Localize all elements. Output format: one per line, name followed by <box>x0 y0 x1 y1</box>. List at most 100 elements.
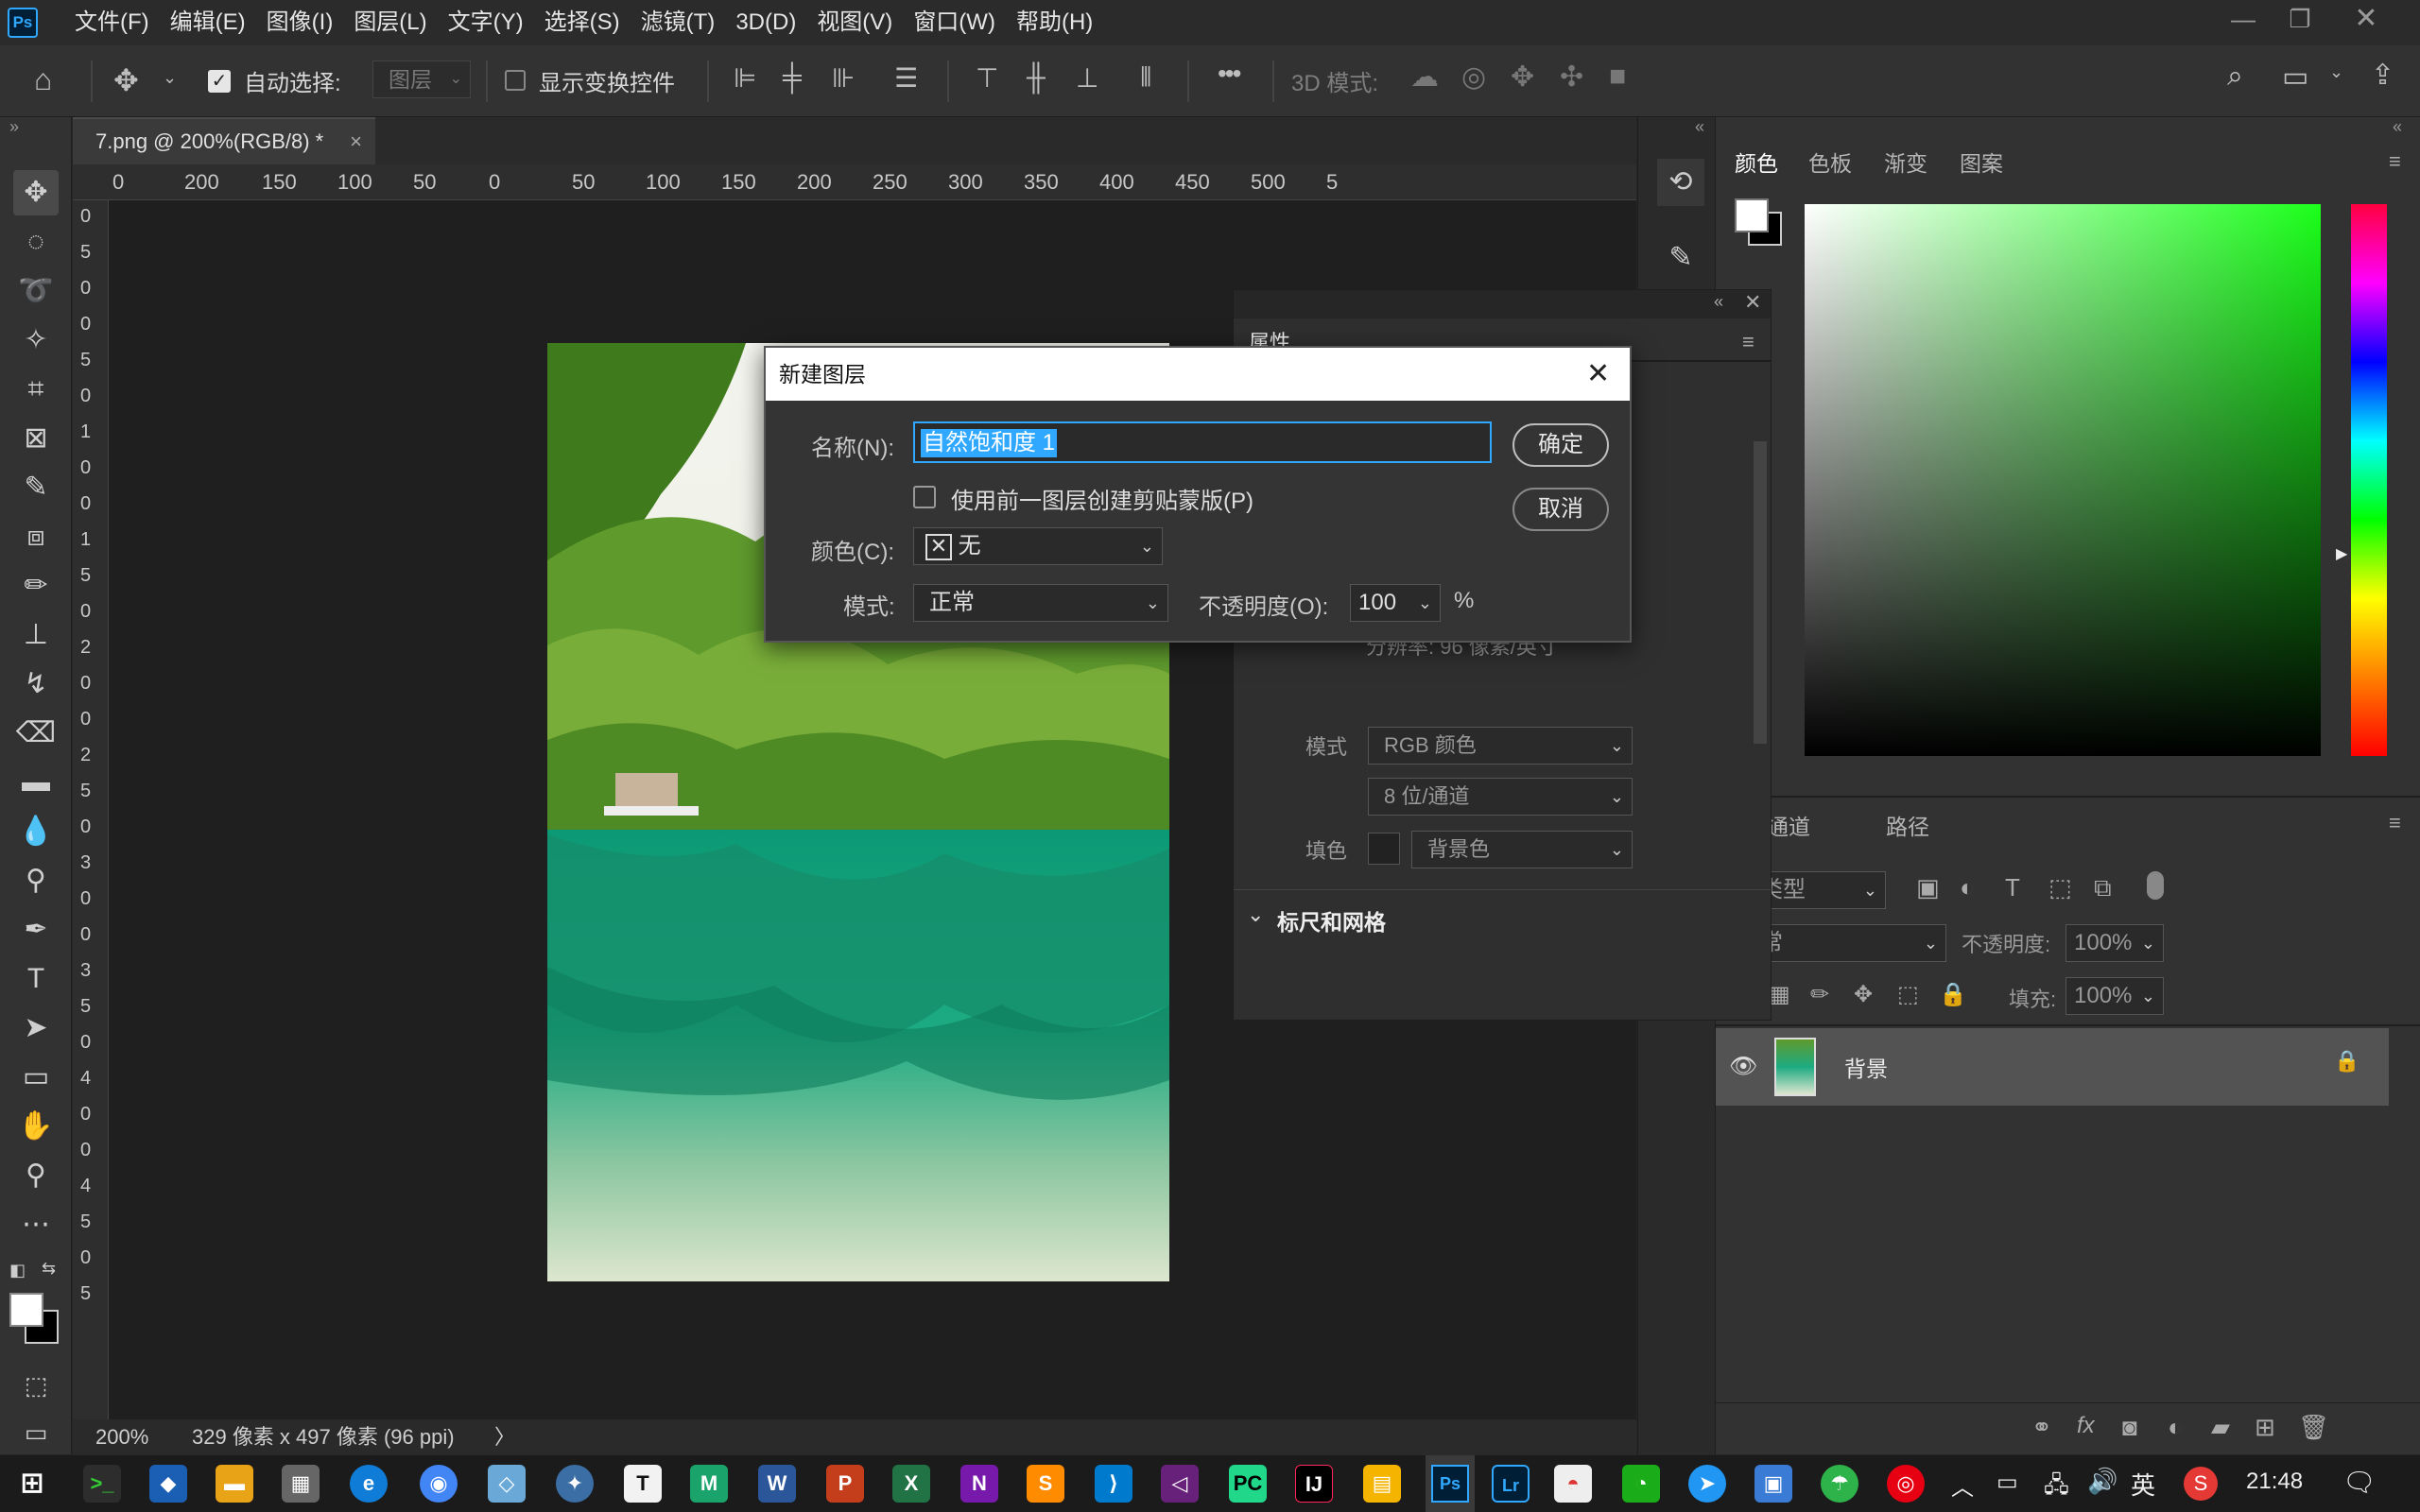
3d-orbit-icon[interactable]: ☁ <box>1410 60 1439 94</box>
fill-swatch[interactable] <box>1368 833 1400 865</box>
menu-select[interactable]: 选择(S) <box>534 0 631 45</box>
auto-select-checkbox[interactable]: ✓ <box>208 70 231 93</box>
lasso-tool-icon[interactable]: ➰ <box>13 268 59 314</box>
lock-transparent-icon[interactable]: ▦ <box>1769 981 1790 1008</box>
more-tools-icon[interactable]: ⋯ <box>13 1202 59 1247</box>
fx-icon[interactable]: fx <box>2077 1413 2095 1439</box>
3d-pan-icon[interactable]: ✥ <box>1511 60 1534 94</box>
chevron-down-icon[interactable]: ⌄ <box>163 68 177 88</box>
app-icon[interactable]: ➤ <box>1688 1465 1726 1503</box>
ruler-grid-section[interactable]: 标尺和网格 <box>1277 904 1386 936</box>
hand-tool-icon[interactable]: ✋ <box>13 1104 59 1149</box>
history-panel-icon[interactable]: ⟲ <box>1657 159 1704 206</box>
tab-swatches[interactable]: 色板 <box>1808 146 1852 178</box>
restore-button[interactable]: ❐ <box>2269 0 2331 38</box>
tray-expand-icon[interactable]: ︿ <box>1951 1469 1974 1502</box>
pycharm-icon[interactable]: PC <box>1229 1465 1267 1503</box>
brush-tool-icon[interactable]: ✏ <box>13 563 59 609</box>
fill-input[interactable]: 100% ⌄ <box>2066 977 2164 1015</box>
status-menu-icon[interactable]: 〉 <box>494 1419 515 1455</box>
menu-view[interactable]: 视图(V) <box>806 0 903 45</box>
app-icon[interactable]: ▣ <box>1754 1465 1792 1503</box>
hue-slider[interactable] <box>2351 204 2387 756</box>
auto-select-dropdown[interactable]: 图层 ⌄ <box>372 60 471 98</box>
align-right-icon[interactable]: ⊪ <box>832 62 855 94</box>
cancel-button[interactable]: 取消 <box>1512 488 1609 531</box>
tab-color[interactable]: 颜色 <box>1735 146 1778 178</box>
network-icon[interactable]: 🖧 <box>2044 1469 2069 1507</box>
fill-dropdown[interactable]: 背景色 ⌄ <box>1411 831 1633 868</box>
app-icon[interactable]: ◇ <box>488 1465 526 1503</box>
delete-layer-icon[interactable]: 🗑 <box>2298 1413 2329 1442</box>
close-panel-icon[interactable]: ✕ <box>1744 290 1761 315</box>
workspace-icon[interactable]: ▭ <box>2282 60 2308 94</box>
marquee-tool-icon[interactable]: ◌ <box>13 219 59 265</box>
lock-position-icon[interactable]: ✥ <box>1854 981 1873 1008</box>
lock-all-icon[interactable]: 🔒 <box>1939 981 1967 1008</box>
notification-icon[interactable]: 🗨 <box>2342 1467 2377 1498</box>
distribute-vertical-icon[interactable]: ⦀ <box>1140 62 1151 94</box>
frame-tool-icon[interactable]: ⊠ <box>13 416 59 461</box>
excel-icon[interactable]: X <box>892 1465 930 1503</box>
calculator-icon[interactable]: ▦ <box>282 1465 320 1503</box>
align-middle-icon[interactable]: ╫ <box>1027 62 1046 93</box>
path-select-icon[interactable]: ➤ <box>13 1005 59 1051</box>
default-colors-icon[interactable]: ◧ <box>9 1261 26 1280</box>
properties-scrollbar[interactable] <box>1754 441 1767 744</box>
tab-channels[interactable]: 通道 <box>1767 809 1810 841</box>
expand-chevron-icon[interactable]: ⌄ <box>1247 902 1264 927</box>
battery-icon[interactable]: ▭ <box>1996 1469 2018 1496</box>
magic-wand-icon[interactable]: ✧ <box>13 318 59 363</box>
collapse-icon[interactable]: « <box>1695 117 1704 137</box>
layer-name[interactable]: 背景 <box>1844 1051 1888 1083</box>
brush-settings-icon[interactable]: ✎ <box>1657 234 1704 282</box>
typora-icon[interactable]: T <box>624 1465 662 1503</box>
lock-paint-icon[interactable]: ✏ <box>1810 981 1829 1008</box>
dodge-tool-icon[interactable]: ⚲ <box>13 858 59 903</box>
menu-file[interactable]: 文件(F) <box>64 0 160 45</box>
menu-layer[interactable]: 图层(L) <box>343 0 437 45</box>
onenote-icon[interactable]: N <box>960 1465 998 1503</box>
screen-mode-icon[interactable]: ▭ <box>13 1410 59 1455</box>
file-explorer-icon[interactable]: ▬ <box>216 1465 253 1503</box>
tab-gradients[interactable]: 渐变 <box>1884 146 1927 178</box>
filter-type-icon[interactable]: T <box>2005 873 2020 902</box>
3d-slide-icon[interactable]: ✣ <box>1560 60 1583 94</box>
photoshop-logo[interactable]: Ps <box>8 8 38 38</box>
align-left-icon[interactable]: ⊫ <box>734 62 756 94</box>
clipping-mask-checkbox[interactable] <box>913 486 936 508</box>
close-window-button[interactable]: ✕ <box>2335 0 2397 38</box>
adjustment-layer-icon[interactable]: ◐ <box>2168 1413 2183 1442</box>
filter-smart-icon[interactable]: ⧉ <box>2094 873 2112 903</box>
type-tool-icon[interactable]: T <box>13 956 59 1002</box>
sublime-icon[interactable]: S <box>1027 1465 1064 1503</box>
history-brush-icon[interactable]: ↯ <box>13 662 59 707</box>
panel-menu-icon[interactable]: ≡ <box>1742 330 1754 354</box>
word-icon[interactable]: W <box>758 1465 796 1503</box>
collapse-icon[interactable]: « <box>1714 292 1723 312</box>
opacity-input[interactable]: 100% ⌄ <box>2066 924 2164 962</box>
move-tool-icon[interactable]: ✥ <box>13 170 59 215</box>
new-layer-icon[interactable]: ⊞ <box>2255 1413 2275 1442</box>
distribute-icon[interactable]: ☰ <box>894 62 918 94</box>
collapse-icon[interactable]: « <box>2393 117 2402 137</box>
swap-colors-icon[interactable]: ⇆ <box>42 1259 56 1279</box>
volume-icon[interactable]: 🔊 <box>2087 1467 2118 1496</box>
rectangle-tool-icon[interactable]: ▭ <box>13 1055 59 1100</box>
menu-help[interactable]: 帮助(H) <box>1006 0 1103 45</box>
bit-depth-dropdown[interactable]: 8 位/通道 ⌄ <box>1368 778 1633 816</box>
color-mode-dropdown[interactable]: RGB 颜色 ⌄ <box>1368 727 1633 765</box>
home-icon[interactable]: ⌂ <box>34 62 52 97</box>
share-icon[interactable]: ⇪ <box>2371 59 2394 92</box>
foreground-color-swatch[interactable] <box>9 1293 43 1327</box>
photoshop-taskbar-active[interactable]: Ps <box>1426 1455 1475 1512</box>
healing-brush-icon[interactable]: ⧈ <box>13 514 59 559</box>
panel-menu-icon[interactable]: ≡ <box>2389 811 2401 835</box>
dialog-titlebar[interactable]: 新建图层 ✕ <box>766 348 1630 401</box>
move-tool-icon[interactable]: ✥ <box>113 62 139 98</box>
netease-music-icon[interactable]: ◎ <box>1887 1465 1925 1503</box>
vscode-icon[interactable]: ⟩ <box>1095 1465 1132 1503</box>
group-folder-icon[interactable]: ▰ <box>2211 1413 2230 1442</box>
blend-mode-dropdown[interactable]: 正常 ⌄ <box>913 584 1168 622</box>
filter-toggle[interactable] <box>2147 871 2164 900</box>
